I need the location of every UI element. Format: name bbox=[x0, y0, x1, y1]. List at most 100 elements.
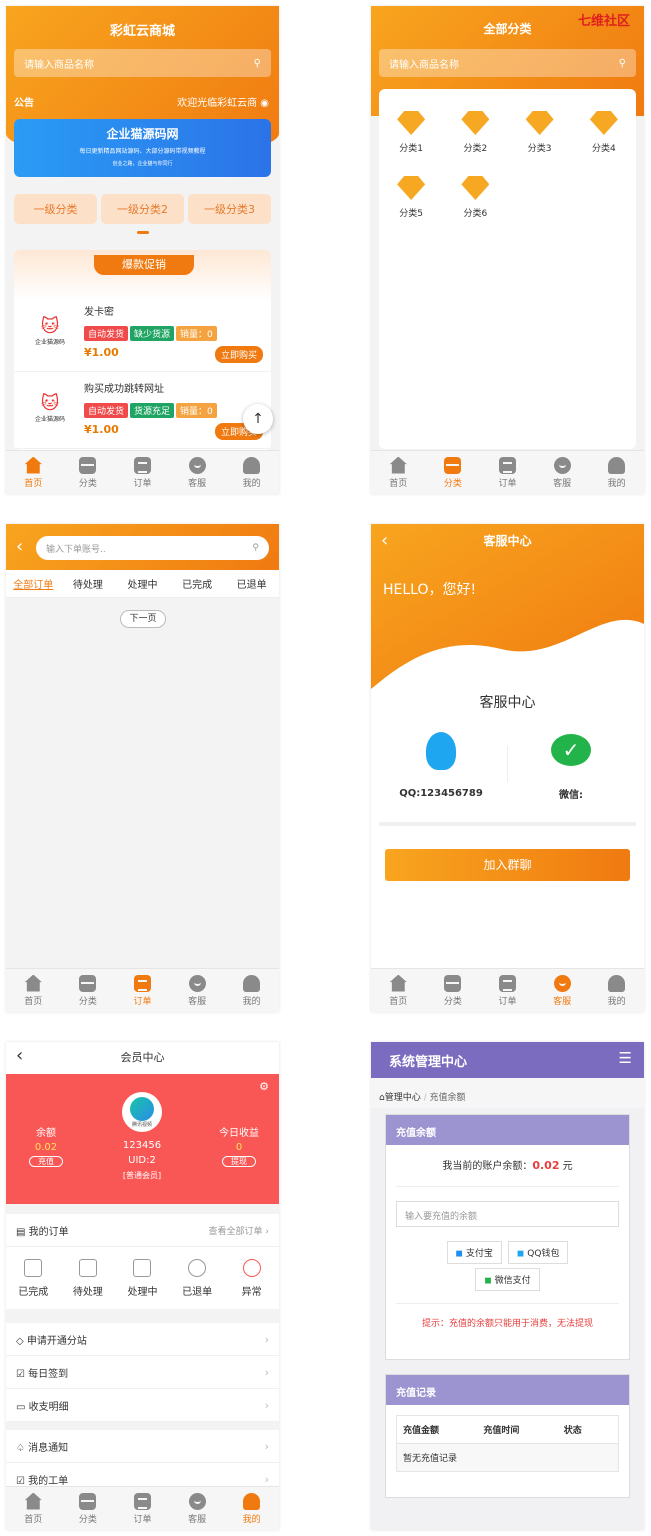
tab-orders[interactable]: 订单 bbox=[115, 1487, 170, 1530]
tab-home[interactable]: 首页 bbox=[371, 451, 426, 494]
my-orders-row[interactable]: ▤ 我的订单 查看全部订单 › bbox=[6, 1214, 279, 1247]
avatar[interactable]: 腾讯视频 bbox=[122, 1092, 162, 1132]
chevron-right-icon: › bbox=[264, 1365, 269, 1379]
tab-orders[interactable]: 订单 bbox=[115, 969, 170, 1012]
tab-category[interactable]: 分类 bbox=[426, 451, 481, 494]
hint-text: 提示：充值的余额只能用于消费，无法提现 bbox=[421, 1319, 593, 1329]
product-item[interactable]: 🐱 企业猫源码 购买成功跳转网址 自动发货 货源充足 销量：0 ¥1.00 立即购买 bbox=[14, 372, 271, 449]
order-state-refunded[interactable]: 已退单 bbox=[170, 1258, 225, 1298]
tab-completed[interactable]: 已完成 bbox=[170, 576, 225, 591]
tab-me[interactable]: 我的 bbox=[224, 451, 279, 494]
back-to-top-button[interactable]: ↑ bbox=[243, 404, 273, 434]
category-item[interactable]: 分类6 bbox=[443, 176, 507, 219]
order-state-pending[interactable]: 待处理 bbox=[61, 1258, 116, 1298]
recharge-panel: 充值余额 我当前的账户余额：0.02 元 输入要充值的余额 ◼ 支付宝 ◼ QQ… bbox=[385, 1114, 630, 1360]
settings-icon[interactable]: ⚙ bbox=[259, 1080, 269, 1093]
order-search-input[interactable]: 输入下单账号.. ⚲ bbox=[36, 536, 269, 560]
recharge-button[interactable]: 充值 bbox=[29, 1156, 63, 1167]
service-header-wave bbox=[371, 524, 644, 689]
apply-substation-row[interactable]: ◇ 申请开通分站 › bbox=[6, 1323, 279, 1356]
banner[interactable]: 企业猫源码网 每日更新精品网站源码、大部分源码带视频教程 创业之路，企业猫与你同… bbox=[14, 119, 271, 177]
tab-category[interactable]: 分类 bbox=[61, 1487, 116, 1530]
tab-pending[interactable]: 待处理 bbox=[61, 576, 116, 591]
wechat-icon: ✓ bbox=[551, 734, 591, 766]
alipay-button[interactable]: ◼ 支付宝 bbox=[446, 1241, 502, 1264]
tab-category[interactable]: 分类 bbox=[426, 969, 481, 1012]
tab-service[interactable]: 客服 bbox=[170, 1487, 225, 1530]
tab-home[interactable]: 首页 bbox=[371, 969, 426, 1012]
back-button[interactable]: ‹ bbox=[16, 536, 23, 557]
category-icon bbox=[79, 1492, 97, 1510]
category-item[interactable]: 分类1 bbox=[379, 111, 443, 154]
tab-refunded[interactable]: 已退单 bbox=[224, 576, 279, 591]
service-icon bbox=[188, 1492, 206, 1510]
category-item[interactable]: 分类5 bbox=[379, 176, 443, 219]
notice-bar[interactable]: 公告 欢迎光临彩虹云商 ◉ bbox=[14, 94, 269, 109]
subcat-1[interactable]: 一级分类 bbox=[14, 194, 97, 224]
category-item[interactable]: 分类2 bbox=[443, 111, 507, 154]
tab-service[interactable]: 客服 bbox=[535, 969, 590, 1012]
table-header: 充值金额 充值时间 状态 bbox=[397, 1416, 618, 1444]
order-icon bbox=[133, 456, 151, 474]
yen-icon bbox=[188, 1258, 207, 1277]
tab-service[interactable]: 客服 bbox=[170, 451, 225, 494]
search-input[interactable]: 请输入商品名称 ⚲ bbox=[14, 49, 271, 77]
balance-line: 我当前的账户余额：0.02 元 bbox=[442, 1159, 573, 1172]
buy-button[interactable]: 立即购买 bbox=[214, 346, 263, 363]
tab-category[interactable]: 分类 bbox=[61, 969, 116, 1012]
amount-input[interactable]: 输入要充值的余额 bbox=[396, 1201, 619, 1227]
wechat-pay-button[interactable]: ◼ 微信支付 bbox=[475, 1268, 540, 1291]
back-button[interactable]: ‹ bbox=[16, 1045, 23, 1066]
income-details-row[interactable]: ▭ 收支明细 › bbox=[6, 1389, 279, 1422]
arrow-up-icon: ↑ bbox=[252, 411, 264, 427]
next-page-button[interactable]: 下一页 bbox=[120, 610, 166, 628]
tab-orders[interactable]: 订单 bbox=[480, 451, 535, 494]
diamond-icon bbox=[525, 111, 554, 135]
member-topbar: ‹ 会员中心 bbox=[6, 1042, 279, 1074]
tab-service[interactable]: 客服 bbox=[170, 969, 225, 1012]
product-item[interactable]: 🐱 企业猫源码 发卡密 自动发货 缺少货源 销量：0 ¥1.00 立即购买 bbox=[14, 295, 271, 372]
order-state-row: 已完成 待处理 处理中 已退单 异常 bbox=[6, 1247, 279, 1309]
diamond-icon bbox=[397, 176, 426, 200]
alipay-icon: ◼ bbox=[455, 1249, 464, 1259]
order-tabs: 全部订单 待处理 处理中 已完成 已退单 bbox=[6, 570, 279, 598]
qq-contact[interactable]: QQ:123456789 bbox=[391, 732, 491, 799]
notifications-row[interactable]: ♤ 消息通知 › bbox=[6, 1430, 279, 1463]
diamond-icon bbox=[589, 111, 618, 135]
tab-me[interactable]: 我的 bbox=[589, 451, 644, 494]
order-state-error[interactable]: 异常 bbox=[224, 1258, 279, 1298]
divider bbox=[396, 1303, 619, 1304]
chevron-right-icon: › bbox=[264, 1332, 269, 1346]
tab-me[interactable]: 我的 bbox=[589, 969, 644, 1012]
subcat-2[interactable]: 一级分类2 bbox=[101, 194, 184, 224]
order-state-processing[interactable]: 处理中 bbox=[115, 1258, 170, 1298]
tab-category[interactable]: 分类 bbox=[61, 451, 116, 494]
order-icon bbox=[498, 974, 516, 992]
menu-icon[interactable]: ☰ bbox=[619, 1049, 632, 1067]
ticket-icon: ☑ bbox=[16, 1475, 25, 1487]
tab-orders[interactable]: 订单 bbox=[115, 451, 170, 494]
tab-processing[interactable]: 处理中 bbox=[115, 576, 170, 591]
tab-me[interactable]: 我的 bbox=[224, 1487, 279, 1530]
withdraw-button[interactable]: 提现 bbox=[222, 1156, 256, 1167]
tab-home[interactable]: 首页 bbox=[6, 969, 61, 1012]
tab-all-orders[interactable]: 全部订单 bbox=[6, 576, 61, 591]
qq-wallet-button[interactable]: ◼ QQ钱包 bbox=[507, 1241, 569, 1264]
tab-orders[interactable]: 订单 bbox=[480, 969, 535, 1012]
search-input[interactable]: 请输入商品名称 ⚲ bbox=[379, 49, 636, 77]
hello-text: HELLO，您好! bbox=[383, 582, 477, 598]
tab-home[interactable]: 首页 bbox=[6, 1487, 61, 1530]
tab-me[interactable]: 我的 bbox=[224, 969, 279, 1012]
category-item[interactable]: 分类3 bbox=[508, 111, 572, 154]
category-item[interactable]: 分类4 bbox=[572, 111, 636, 154]
wechat-contact[interactable]: ✓ 微信: bbox=[521, 734, 621, 801]
order-state-completed[interactable]: 已完成 bbox=[6, 1258, 61, 1298]
order-icon bbox=[133, 974, 151, 992]
daily-checkin-row[interactable]: ☑ 每日签到 › bbox=[6, 1356, 279, 1389]
join-group-button[interactable]: 加入群聊 bbox=[385, 849, 630, 881]
order-icon bbox=[133, 1492, 151, 1510]
subcat-3[interactable]: 一级分类3 bbox=[188, 194, 271, 224]
box-icon bbox=[133, 1258, 152, 1277]
tab-service[interactable]: 客服 bbox=[535, 451, 590, 494]
tab-home[interactable]: 首页 bbox=[6, 451, 61, 494]
